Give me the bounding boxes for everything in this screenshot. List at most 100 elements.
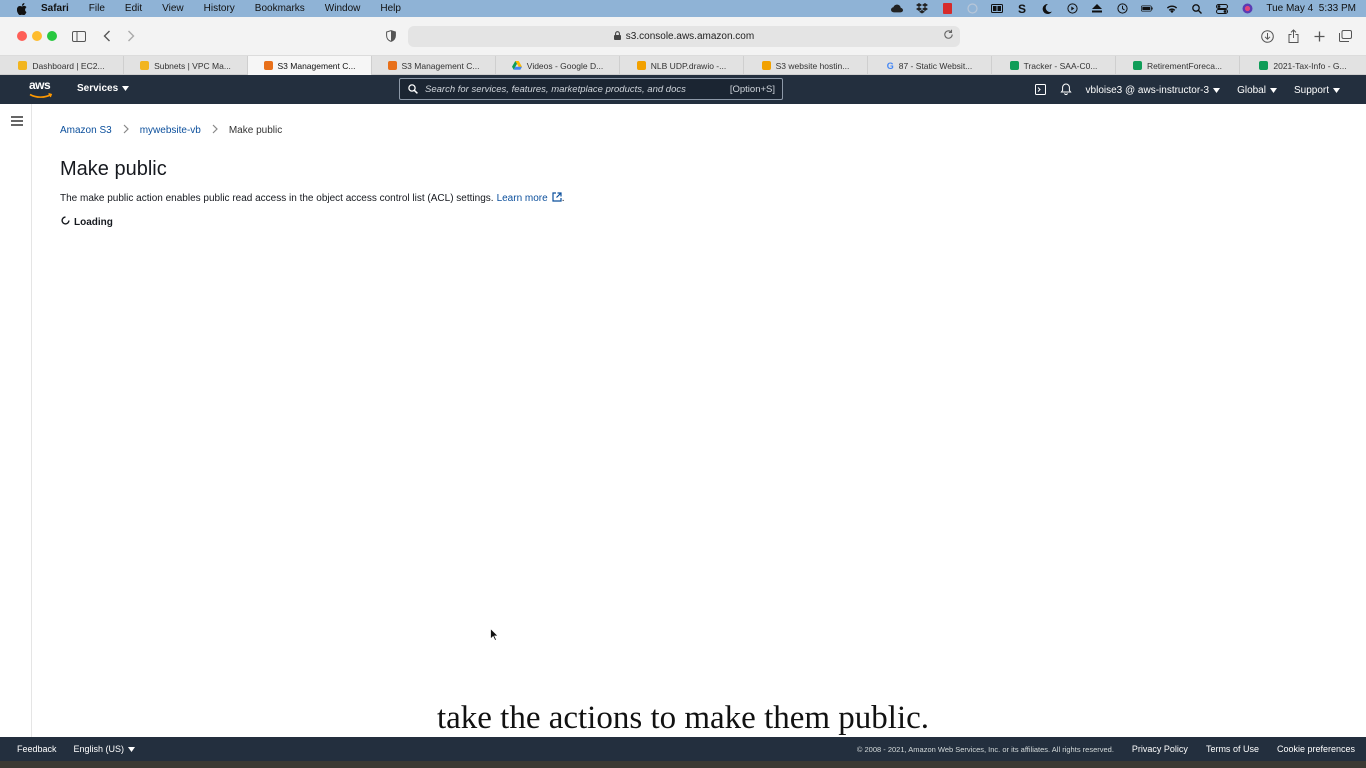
- account-label: vbloise3 @ aws-instructor-3: [1085, 85, 1210, 96]
- share-icon[interactable]: [1284, 27, 1302, 45]
- forward-icon[interactable]: [122, 27, 140, 45]
- console-content: Amazon S3 mywebsite-vb Make public Make …: [0, 104, 1366, 737]
- cloud-icon[interactable]: [891, 3, 904, 14]
- s-app-icon[interactable]: S: [1016, 3, 1028, 14]
- menu-view[interactable]: View: [162, 3, 184, 14]
- sheets-favicon-icon: [1132, 61, 1142, 70]
- tab-static-website[interactable]: G 87 - Static Websit...: [868, 56, 992, 75]
- google-favicon-icon: G: [886, 61, 894, 71]
- services-menu-button[interactable]: Services: [77, 83, 130, 94]
- address-bar[interactable]: s3.console.aws.amazon.com: [408, 26, 960, 47]
- play-circle-icon[interactable]: [1066, 3, 1078, 14]
- tab-label: RetirementForeca...: [1146, 60, 1223, 71]
- menu-history[interactable]: History: [204, 3, 235, 14]
- new-tab-icon[interactable]: [1310, 27, 1328, 45]
- moon-icon[interactable]: [1041, 3, 1053, 14]
- mac-menubar: Safari File Edit View History Bookmarks …: [0, 0, 1366, 17]
- spotlight-search-icon[interactable]: [1191, 3, 1203, 14]
- feedback-link[interactable]: Feedback: [17, 744, 57, 754]
- back-icon[interactable]: [98, 27, 116, 45]
- loading-indicator: Loading: [61, 216, 113, 228]
- aws-search-input[interactable]: Search for services, features, marketpla…: [399, 78, 783, 100]
- hamburger-menu-icon[interactable]: [11, 113, 23, 126]
- learn-more-link[interactable]: Learn more: [497, 193, 548, 204]
- tab-label: S3 website hostin...: [775, 60, 850, 71]
- caret-down-icon: [1213, 88, 1221, 93]
- tab-tax-info[interactable]: 2021-Tax-Info - G...: [1240, 56, 1366, 75]
- notifications-bell-icon[interactable]: [1059, 83, 1072, 98]
- lock-icon: [613, 30, 621, 43]
- cookie-preferences-link[interactable]: Cookie preferences: [1277, 744, 1355, 754]
- dropbox-icon[interactable]: [916, 3, 929, 14]
- red-app-icon[interactable]: [941, 3, 953, 14]
- tab-s3-management-active[interactable]: S3 Management C...: [248, 56, 372, 75]
- spiral-icon[interactable]: [966, 3, 978, 14]
- downloads-icon[interactable]: [1258, 27, 1276, 45]
- minimize-window-button[interactable]: [32, 31, 42, 41]
- language-selector[interactable]: English (US): [74, 744, 136, 754]
- menu-window[interactable]: Window: [325, 3, 361, 14]
- tab-s3-management[interactable]: S3 Management C...: [372, 56, 496, 75]
- tab-label: Dashboard | EC2...: [32, 60, 105, 71]
- tab-label: S3 Management C...: [277, 60, 356, 71]
- display-icon[interactable]: [991, 3, 1004, 14]
- tab-retirement-forecast[interactable]: RetirementForeca...: [1116, 56, 1240, 75]
- chevron-right-icon: [212, 124, 218, 137]
- tab-label: 87 - Static Websit...: [898, 60, 973, 71]
- page-description: The make public action enables public re…: [60, 192, 564, 205]
- search-shortcut: [Option+S]: [729, 83, 775, 95]
- battery-icon[interactable]: [1141, 3, 1153, 14]
- tab-label: 2021-Tax-Info - G...: [1273, 60, 1347, 71]
- tab-s3-website-hosting[interactable]: S3 website hostin...: [744, 56, 868, 75]
- privacy-shield-icon[interactable]: [382, 27, 400, 45]
- support-menu[interactable]: Support: [1294, 85, 1340, 96]
- aws-nav-right: vbloise3 @ aws-instructor-3 Global Suppo…: [1034, 83, 1340, 98]
- status-area: S Tue May 4 5:33 PM: [891, 0, 1356, 17]
- cloudshell-icon[interactable]: [1034, 83, 1046, 98]
- menu-file[interactable]: File: [89, 3, 105, 14]
- side-navigation-rail: [0, 104, 32, 737]
- drawio-favicon-icon: [761, 61, 771, 70]
- apple-icon[interactable]: [15, 2, 29, 15]
- breadcrumb: Amazon S3 mywebsite-vb Make public: [60, 124, 282, 137]
- tab-overview-icon[interactable]: [1336, 27, 1354, 45]
- account-menu[interactable]: vbloise3 @ aws-instructor-3: [1086, 85, 1221, 96]
- breadcrumb-current: Make public: [228, 125, 283, 136]
- tab-tracker[interactable]: Tracker - SAA-C0...: [992, 56, 1116, 75]
- control-center-icon[interactable]: [1216, 3, 1229, 14]
- time-machine-icon[interactable]: [1116, 3, 1128, 14]
- loading-text: Loading: [74, 216, 113, 228]
- aws-smile-icon: [29, 92, 53, 98]
- caret-down-icon: [1269, 88, 1277, 93]
- tab-drawio[interactable]: NLB UDP.drawio -...: [620, 56, 744, 75]
- wifi-icon[interactable]: [1166, 3, 1178, 14]
- eject-icon[interactable]: [1091, 3, 1103, 14]
- siri-icon[interactable]: [1241, 3, 1253, 14]
- aws-footer: Feedback English (US) © 2008 - 2021, Ama…: [0, 737, 1366, 761]
- period: .: [561, 193, 565, 204]
- tab-label: Videos - Google D...: [526, 60, 604, 71]
- tab-bar: Dashboard | EC2... Subnets | VPC Ma... S…: [0, 56, 1366, 75]
- tab-google-drive-videos[interactable]: Videos - Google D...: [496, 56, 620, 75]
- zoom-window-button[interactable]: [47, 31, 57, 41]
- terms-of-use-link[interactable]: Terms of Use: [1206, 744, 1259, 754]
- tab-label: Tracker - SAA-C0...: [1023, 60, 1098, 71]
- tab-ec2-dashboard[interactable]: Dashboard | EC2...: [0, 56, 124, 75]
- breadcrumb-bucket[interactable]: mywebsite-vb: [140, 125, 201, 136]
- close-window-button[interactable]: [17, 31, 27, 41]
- aws-logo[interactable]: aws: [29, 79, 53, 99]
- copyright-text: © 2008 - 2021, Amazon Web Services, Inc.…: [856, 744, 1114, 754]
- external-link-icon[interactable]: [552, 192, 562, 205]
- region-menu[interactable]: Global: [1237, 85, 1277, 96]
- spinner-icon: [61, 216, 70, 228]
- tab-vpc-subnets[interactable]: Subnets | VPC Ma...: [124, 56, 248, 75]
- breadcrumb-amazon-s3[interactable]: Amazon S3: [60, 125, 112, 136]
- menu-safari[interactable]: Safari: [41, 3, 69, 14]
- menu-help[interactable]: Help: [380, 3, 401, 14]
- sidebar-toggle-icon[interactable]: [70, 27, 88, 45]
- privacy-policy-link[interactable]: Privacy Policy: [1132, 744, 1188, 754]
- menu-bookmarks[interactable]: Bookmarks: [255, 3, 305, 14]
- menu-edit[interactable]: Edit: [125, 3, 142, 14]
- reload-icon[interactable]: [943, 29, 954, 43]
- menubar-clock[interactable]: Tue May 4 5:33 PM: [1266, 3, 1356, 14]
